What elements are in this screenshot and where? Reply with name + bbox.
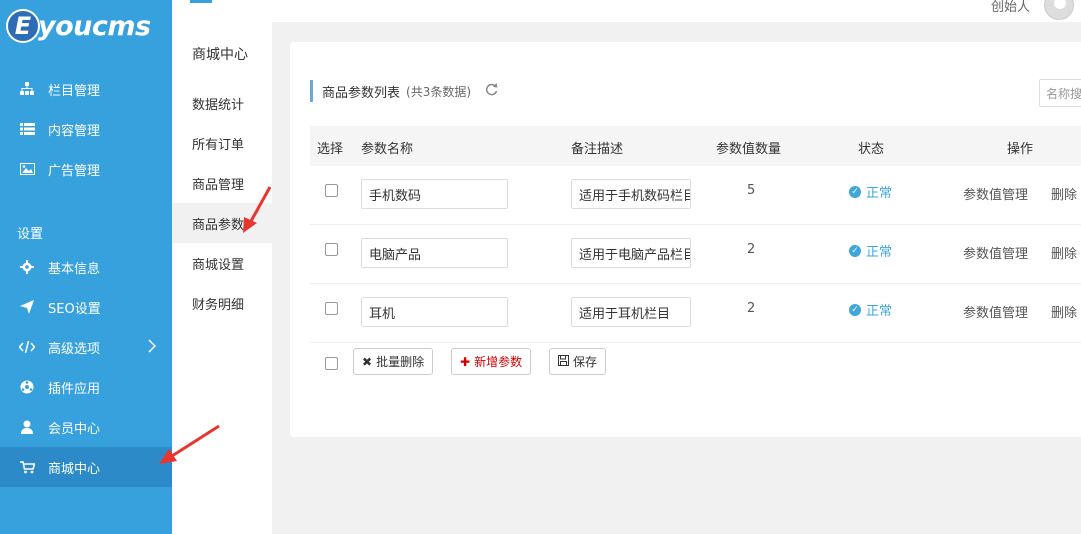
sidebar-item-label: 内容管理 — [48, 123, 101, 139]
save-label: 保存 — [573, 355, 598, 369]
param-name-input[interactable]: 耳机 — [361, 297, 508, 327]
status-badge[interactable]: ✓ 正常 — [849, 182, 892, 201]
send-icon — [18, 299, 36, 315]
select-all-checkbox[interactable] — [325, 357, 338, 370]
sidebar-item-label: 高级选项 — [48, 341, 101, 357]
column-header-name: 参数名称 — [361, 142, 414, 157]
sidebar-item-member-center[interactable]: 会员中心 — [0, 407, 172, 447]
sidebar-item-basic-info[interactable]: 基本信息 — [0, 247, 172, 287]
avatar[interactable] — [1044, 0, 1074, 20]
sidebar-item-label: 栏目管理 — [48, 83, 101, 99]
param-name-input[interactable]: 手机数码 — [361, 179, 508, 209]
plus-icon: ✚ — [460, 354, 471, 369]
add-param-button[interactable]: ✚ 新增参数 — [451, 348, 532, 375]
param-value-count: 5 — [747, 183, 756, 198]
gear-icon — [18, 259, 36, 275]
image-icon — [18, 161, 36, 177]
param-desc-input[interactable]: 适用于电脑产品栏目 — [571, 238, 691, 268]
manage-values-link[interactable]: 参数值管理 — [963, 243, 1028, 262]
sidebar-item-label: 广告管理 — [48, 163, 101, 179]
sidebar-item-label: 插件应用 — [48, 381, 101, 397]
table-row: 电脑产品 适用于电脑产品栏目 2 ✓ 正常 参数值管理 删除 — [310, 225, 1081, 284]
delete-link[interactable]: 删除 — [1051, 184, 1077, 203]
annotation-arrow-submenu — [243, 186, 272, 233]
sitemap-icon — [18, 81, 36, 97]
manage-values-link[interactable]: 参数值管理 — [963, 302, 1028, 321]
sidebar-item-content-management[interactable]: 内容管理 — [0, 109, 172, 149]
sidebar-item-column-management[interactable]: 栏目管理 — [0, 69, 172, 109]
sidebar-item-plugins[interactable]: 插件应用 — [0, 367, 172, 407]
delete-link[interactable]: 删除 — [1051, 243, 1077, 262]
menu-toggle-icon[interactable] — [190, 0, 212, 3]
check-circle-icon: ✓ — [849, 244, 861, 257]
sidebar-item-ad-management[interactable]: 广告管理 — [0, 149, 172, 189]
user-icon — [18, 419, 36, 435]
list-icon — [18, 121, 36, 137]
param-desc-input[interactable]: 适用于耳机栏目 — [571, 297, 691, 327]
param-value-count: 2 — [747, 242, 756, 257]
submenu-item-stats[interactable]: 数据统计 — [172, 83, 272, 123]
cart-icon — [18, 459, 36, 475]
logo-mark: E — [6, 9, 40, 43]
sidebar-item-label: 会员中心 — [48, 421, 101, 437]
sidebar: E youcms 栏目管理 内容管理 广告管理 设置 基本信息 SEO设置 高级… — [0, 0, 172, 534]
column-header-select: 选择 — [317, 142, 344, 157]
add-param-label: 新增参数 — [474, 355, 523, 369]
column-header-desc: 备注描述 — [571, 142, 624, 157]
sidebar-item-advanced[interactable]: 高级选项 — [0, 327, 172, 367]
table-row: 耳机 适用于耳机栏目 2 ✓ 正常 参数值管理 删除 — [310, 284, 1081, 343]
sidebar-item-mall-center[interactable]: 商城中心 — [0, 447, 172, 487]
row-checkbox[interactable] — [325, 184, 338, 197]
chevron-right-icon — [148, 339, 157, 357]
sidebar-item-label: SEO设置 — [48, 301, 101, 317]
main-panel: 商品参数列表 (共3条数据) 名称搜 选择 参数名称 备注描述 参数值数量 状态… — [290, 42, 1081, 437]
submenu-title: 商城中心 — [192, 47, 248, 63]
user-name[interactable]: 创始人 — [991, 0, 1030, 15]
panel-title-text: 商品参数列表 — [322, 85, 401, 101]
logo[interactable]: E youcms — [6, 6, 151, 46]
submenu-item-finance[interactable]: 财务明细 — [172, 283, 272, 323]
manage-values-link[interactable]: 参数值管理 — [963, 184, 1028, 203]
save-button[interactable]: 保存 — [549, 348, 607, 375]
panel-title: 商品参数列表 (共3条数据) — [310, 80, 498, 102]
plugin-icon — [18, 379, 36, 395]
top-header: 创始人 — [190, 0, 1081, 22]
status-badge[interactable]: ✓ 正常 — [849, 241, 892, 260]
check-circle-icon: ✓ — [849, 303, 861, 316]
status-text: 正常 — [866, 186, 893, 201]
annotation-arrow-sidebar — [159, 424, 220, 464]
refresh-icon[interactable] — [485, 82, 498, 100]
table-row: 手机数码 适用于手机数码栏目 5 ✓ 正常 参数值管理 删除 — [310, 166, 1081, 225]
row-checkbox[interactable] — [325, 302, 338, 315]
sidebar-item-seo[interactable]: SEO设置 — [0, 287, 172, 327]
submenu-item-orders[interactable]: 所有订单 — [172, 123, 272, 163]
column-header-actions: 操作 — [1007, 142, 1034, 157]
save-icon — [558, 354, 569, 369]
param-value-count: 2 — [747, 301, 756, 316]
record-count: (共3条数据) — [406, 84, 472, 99]
close-icon: ✖ — [362, 354, 373, 369]
param-name-input[interactable]: 电脑产品 — [361, 238, 508, 268]
status-badge[interactable]: ✓ 正常 — [849, 300, 892, 319]
code-icon — [18, 339, 36, 355]
table-header: 选择 参数名称 备注描述 参数值数量 状态 操作 — [310, 126, 1081, 166]
logo-text: youcms — [38, 10, 151, 42]
check-circle-icon: ✓ — [849, 185, 861, 198]
status-text: 正常 — [866, 304, 893, 319]
sidebar-item-label: 商城中心 — [48, 461, 101, 477]
sidebar-section-settings: 设置 — [17, 227, 44, 242]
submenu-item-mall-settings[interactable]: 商城设置 — [172, 243, 272, 283]
column-header-status: 状态 — [858, 142, 885, 157]
status-text: 正常 — [866, 245, 893, 260]
batch-delete-label: 批量删除 — [376, 355, 425, 369]
sidebar-item-label: 基本信息 — [48, 261, 101, 277]
batch-delete-button[interactable]: ✖ 批量删除 — [353, 348, 434, 375]
param-desc-input[interactable]: 适用于手机数码栏目 — [571, 179, 691, 209]
delete-link[interactable]: 删除 — [1051, 302, 1077, 321]
row-checkbox[interactable] — [325, 243, 338, 256]
column-header-count: 参数值数量 — [716, 142, 782, 157]
search-input[interactable]: 名称搜 — [1039, 79, 1081, 107]
